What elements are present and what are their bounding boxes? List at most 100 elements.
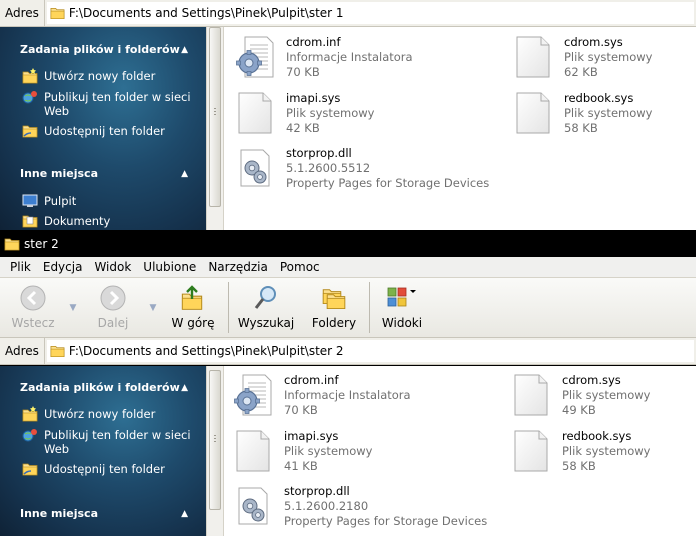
up-button[interactable]: W górę [160,278,226,337]
search-icon [254,286,276,309]
new-folder-icon [22,406,38,422]
file-size: 62 KB [564,65,598,79]
file-name: cdrom.sys [562,373,621,387]
task-label: Publikuj ten folder w sieci Web [44,428,191,456]
file-name: redbook.sys [562,429,632,443]
file-name: storprop.dll [284,484,350,498]
file-item[interactable]: storprop.dll 5.1.2600.2180 Property Page… [234,484,487,529]
address-label: Adres [0,0,45,26]
sys-file-icon [514,91,552,135]
other-places-title: Inne miejsca [20,167,98,180]
menu-narzedzia[interactable]: Narzędzia [202,260,274,274]
task-label: Udostępnij ten folder [44,462,165,476]
file-item[interactable]: cdrom.inf Informacje Instalatora 70 KB [236,35,413,80]
vertical-scrollbar[interactable] [206,27,224,230]
dll-file-icon [234,484,272,528]
window-title: ster 2 [24,236,59,251]
folder-up-icon [181,285,203,310]
address-input[interactable]: F:\Documents and Settings\Pinek\Pulpit\s… [46,2,694,24]
file-name: imapi.sys [286,91,341,105]
forward-arrow-icon [100,285,126,311]
task-pane: Zadania plików i folderów ▲ Utwórz nowy … [0,27,206,230]
task-new-folder[interactable]: Utwórz nowy folder [0,406,206,422]
vertical-scrollbar[interactable] [206,366,224,536]
collapse-chevron-icon[interactable]: ▲ [181,509,188,519]
forward-history-dropdown[interactable]: ▼ [146,278,160,337]
explorer-window-ster1: Adres F:\Documents and Settings\Pinek\Pu… [0,0,696,230]
back-button[interactable]: Wstecz [0,278,66,337]
place-label: Pulpit [44,194,77,208]
search-button[interactable]: Wyszukaj [231,278,301,337]
scrollbar-thumb[interactable] [209,27,221,207]
menu-plik[interactable]: Plik [4,260,37,274]
back-arrow-icon [20,285,46,311]
file-version: 5.1.2600.2180 [284,499,369,513]
views-button[interactable]: Widoki [372,278,432,337]
file-name: redbook.sys [564,91,634,105]
file-type: Plik systemowy [284,444,373,458]
documents-icon [22,215,38,228]
task-label: Publikuj ten folder w sieci Web [44,90,191,118]
task-publish-web[interactable]: Publikuj ten folder w sieci Web [0,90,206,118]
scrollbar-thumb[interactable] [209,370,221,510]
publish-web-icon [22,429,37,442]
file-description: Property Pages for Storage Devices [286,176,490,190]
task-pane: Zadania plików i folderów ▲ Utwórz nowy … [0,366,206,536]
file-name: cdrom.inf [284,373,339,387]
address-path: F:\Documents and Settings\Pinek\Pulpit\s… [68,6,344,20]
address-bar: Adres F:\Documents and Settings\Pinek\Pu… [0,0,696,27]
file-item[interactable]: imapi.sys Plik systemowy 41 KB [234,429,372,474]
title-bar[interactable]: ster 2 [0,230,696,257]
file-type: Informacje Instalatora [286,50,413,64]
file-size: 49 KB [562,403,596,417]
share-folder-icon [22,125,38,138]
collapse-chevron-icon[interactable]: ▲ [181,383,188,393]
address-input[interactable]: F:\Documents and Settings\Pinek\Pulpit\s… [46,340,694,362]
place-desktop[interactable]: Pulpit [0,194,206,209]
tasks-section-header[interactable]: Zadania plików i folderów ▲ [0,43,206,56]
menu-ulubione[interactable]: Ulubione [137,260,202,274]
file-size: 41 KB [284,459,318,473]
forward-button[interactable]: Dalej [80,278,146,337]
other-places-header[interactable]: Inne miejsca ▲ [0,507,206,520]
menu-edycja[interactable]: Edycja [37,260,89,274]
other-places-title: Inne miejsca [20,507,98,520]
folders-button[interactable]: Foldery [301,278,367,337]
task-share-folder[interactable]: Udostępnij ten folder [0,462,206,477]
back-history-dropdown[interactable]: ▼ [66,278,80,337]
folder-icon [50,344,65,358]
file-item[interactable]: redbook.sys Plik systemowy 58 KB [514,91,652,136]
other-places-header[interactable]: Inne miejsca ▲ [0,167,206,180]
file-item[interactable]: cdrom.sys Plik systemowy 49 KB [512,373,650,418]
explorer-content: Zadania plików i folderów ▲ Utwórz nowy … [0,27,696,230]
task-label: Udostępnij ten folder [44,124,165,138]
file-version: 5.1.2600.5512 [286,161,371,175]
task-label: Utwórz nowy folder [44,407,156,421]
tasks-section-header[interactable]: Zadania plików i folderów ▲ [0,381,206,394]
sys-file-icon [514,35,552,79]
collapse-chevron-icon[interactable]: ▲ [181,45,188,55]
file-type: Plik systemowy [286,106,375,120]
sys-file-icon [234,429,272,473]
task-publish-web[interactable]: Publikuj ten folder w sieci Web [0,428,206,456]
file-item[interactable]: cdrom.inf Informacje Instalatora 70 KB [234,373,411,418]
menu-widok[interactable]: Widok [88,260,137,274]
file-item[interactable]: redbook.sys Plik systemowy 58 KB [512,429,650,474]
menu-pomoc[interactable]: Pomoc [274,260,326,274]
file-type: Plik systemowy [562,444,651,458]
file-type: Plik systemowy [562,388,651,402]
collapse-chevron-icon[interactable]: ▲ [181,169,188,179]
place-documents[interactable]: Dokumenty [0,214,206,229]
sys-file-icon [512,373,550,417]
file-type: Plik systemowy [564,106,653,120]
file-item[interactable]: imapi.sys Plik systemowy 42 KB [236,91,374,136]
file-name: storprop.dll [286,146,352,160]
task-share-folder[interactable]: Udostępnij ten folder [0,124,206,139]
file-item[interactable]: storprop.dll 5.1.2600.5512 Property Page… [236,146,489,191]
toolbar: Wstecz ▼ Dalej ▼ W górę Wyszukaj Foldery [0,278,696,338]
task-new-folder[interactable]: Utwórz nowy folder [0,68,206,84]
file-item[interactable]: cdrom.sys Plik systemowy 62 KB [514,35,652,80]
task-label: Utwórz nowy folder [44,69,156,83]
folder-icon [4,237,20,251]
publish-web-icon [22,91,37,104]
